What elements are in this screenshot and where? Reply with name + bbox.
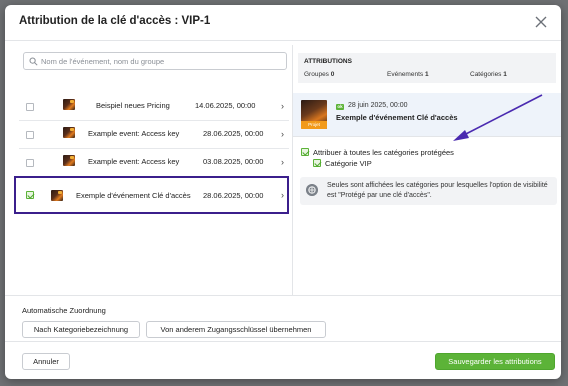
search-input[interactable] [41,54,281,68]
dialog-title: Attribution de la clé d'accès : VIP-1 [19,15,211,27]
category-label: Catégorie VIP [325,159,372,168]
close-button[interactable] [531,12,551,32]
groups-count: 0 [330,71,335,78]
groups-label: Groupes [304,71,329,78]
event-row[interactable]: Example event: Access key 28.06.2025, 00… [19,121,289,149]
chevron-right-icon[interactable]: › [281,101,284,111]
category-checkbox[interactable] [313,159,321,167]
event-image: Projet [301,100,327,129]
info-notice: Seules sont affichées les catégories pou… [300,177,557,205]
attributions-pane: ATTRIBUTIONS Groupes 0 Evénements 1 Caté… [292,45,561,295]
info-text: Seules sont affichées les catégories pou… [327,182,548,199]
ok-icon: ok [336,104,344,110]
categories-label: Catégories [470,71,502,78]
groups-stat: Groupes 0 [304,71,334,78]
assign-all-label: Attribuer à toutes les catégories protég… [313,148,454,157]
auto-assign-label: Automatische Zuordnung [22,306,106,315]
events-count: 1 [424,71,429,78]
event-name: Example event: Access key [88,157,180,166]
cancel-button[interactable]: Annuler [22,353,70,370]
selection-highlight [14,176,289,214]
annotation-arrow-icon [453,94,543,141]
event-row[interactable]: Example event: Access key 03.08.2025, 00… [19,149,289,177]
dialog-header: Attribution de la clé d'accès : VIP-1 [5,5,561,41]
selected-event-date: 28 juin 2025, 00:00 [348,102,408,109]
copy-from-other-key-button[interactable]: Von anderem Zugangsschlüssel übernehmen [146,321,326,338]
chevron-right-icon[interactable]: › [281,157,284,167]
event-date: 14.06.2025, 00:00 [195,101,256,110]
search-icon [29,57,38,66]
selected-event-name: Exemple d'événement Clé d'accès [336,113,458,122]
categories-count: 1 [503,71,507,78]
event-date: 03.08.2025, 00:00 [203,157,264,166]
categories-stat: Catégories 1 [470,71,507,78]
events-stat: Evénements 1 [387,71,429,78]
event-thumbnail [63,155,75,166]
assign-all-checkbox[interactable] [301,148,309,156]
attributions-title: ATTRIBUTIONS [304,58,352,65]
chevron-right-icon[interactable]: › [281,129,284,139]
event-checkbox[interactable] [26,103,34,111]
event-checkbox[interactable] [26,131,34,139]
event-row[interactable]: Beispiel neues Pricing 14.06.2025, 00:00… [19,93,289,121]
dialog-footer: Annuler Sauvegarder les attributions [5,341,561,379]
attributions-summary: ATTRIBUTIONS Groupes 0 Evénements 1 Caté… [298,53,556,83]
event-image-badge: Projet [301,121,327,129]
events-label: Evénements [387,71,424,78]
event-thumbnail [63,99,75,110]
assign-by-category-button[interactable]: Nach Kategoriebezeichnung [22,321,140,338]
auto-assign-section: Automatische Zuordnung Nach Kategoriebez… [5,295,561,341]
visibility-info-icon [306,184,318,196]
event-checkbox[interactable] [26,159,34,167]
event-name: Example event: Access key [88,129,180,138]
assign-access-key-dialog: Attribution de la clé d'accès : VIP-1 Be… [5,5,561,379]
event-selection-pane: Beispiel neues Pricing 14.06.2025, 00:00… [12,45,292,295]
search-field[interactable] [23,52,287,70]
close-icon[interactable] [531,12,551,32]
event-thumbnail [63,127,75,138]
save-attributions-button[interactable]: Sauvegarder les attributions [435,353,555,370]
event-name: Beispiel neues Pricing [96,101,170,110]
event-date: 28.06.2025, 00:00 [203,129,264,138]
